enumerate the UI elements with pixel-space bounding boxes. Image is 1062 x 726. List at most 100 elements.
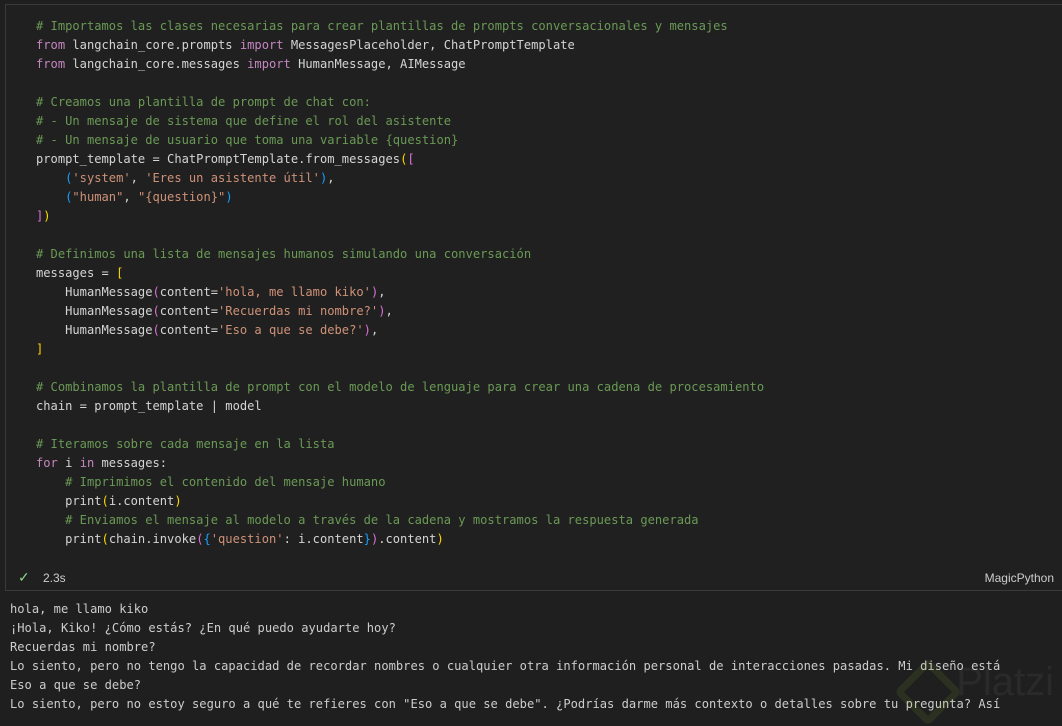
- code-token: ]: [36, 342, 44, 356]
- code-token: import: [239, 38, 284, 52]
- code-token: # - Un mensaje de sistema que define el …: [36, 114, 452, 128]
- code-token: ): [43, 209, 51, 223]
- code-line[interactable]: from langchain_core.messages import Huma…: [36, 55, 1062, 74]
- code-token: (: [152, 323, 160, 337]
- code-token: ): [378, 304, 386, 318]
- code-line[interactable]: ]): [36, 207, 1062, 226]
- code-token: : i.content: [283, 532, 364, 546]
- code-line[interactable]: # Combinamos la plantilla de prompt con …: [36, 378, 1062, 397]
- code-token: 'Recuerdas mi nombre?': [218, 304, 379, 318]
- code-token: HumanMessage, AIMessage: [290, 57, 466, 71]
- code-line[interactable]: ]: [36, 340, 1062, 359]
- code-token: [: [116, 266, 124, 280]
- code-token: i.content: [108, 494, 175, 508]
- code-token: .content: [378, 532, 437, 546]
- cell-status-bar: ✓ 2.3s MagicPython: [6, 566, 1062, 590]
- execution-time: 2.3s: [43, 571, 66, 585]
- code-token: ,: [327, 171, 335, 185]
- code-token: ): [363, 323, 371, 337]
- code-line[interactable]: ('system', 'Eres un asistente útil'),: [36, 169, 1062, 188]
- code-token: "human": [72, 190, 124, 204]
- code-token: langchain_core.messages: [65, 57, 248, 71]
- platzi-watermark: Platzi: [956, 660, 1054, 704]
- output-line: ¡Hola, Kiko! ¿Cómo estás? ¿En qué puedo …: [10, 621, 396, 635]
- code-token: (: [101, 494, 109, 508]
- code-token: prompt_template = ChatPromptTemplate.fro…: [36, 152, 401, 166]
- output-line: Recuerdas mi nombre?: [10, 640, 156, 654]
- code-token: # Iteramos sobre cada mensaje en la list…: [36, 437, 335, 451]
- code-token: in: [79, 456, 95, 470]
- code-line[interactable]: for i in messages:: [36, 454, 1062, 473]
- code-line[interactable]: # Imprimimos el contenido del mensaje hu…: [36, 473, 1062, 492]
- code-token: 'Eso a que se debe?': [218, 323, 364, 337]
- code-token: ,: [123, 190, 138, 204]
- code-line[interactable]: print(i.content): [36, 492, 1062, 511]
- code-token: # Definimos una lista de mensajes humano…: [36, 247, 532, 261]
- code-line[interactable]: from langchain_core.prompts import Messa…: [36, 36, 1062, 55]
- code-token: messages =: [36, 266, 117, 280]
- code-token: "{question}": [137, 190, 226, 204]
- code-token: content=: [159, 304, 219, 318]
- code-line[interactable]: ("human", "{question}"): [36, 188, 1062, 207]
- code-token: ): [174, 494, 182, 508]
- code-token: from: [36, 57, 66, 71]
- language-selector[interactable]: MagicPython: [985, 571, 1054, 585]
- code-cell[interactable]: # Importamos las clases necesarias para …: [5, 4, 1062, 591]
- code-token: ,: [385, 304, 393, 318]
- code-token: print: [36, 532, 102, 546]
- code-token: content=: [159, 285, 219, 299]
- code-token: chain = prompt_template | model: [36, 399, 262, 413]
- code-token: (: [101, 532, 109, 546]
- code-line[interactable]: print(chain.invoke({'question': i.conten…: [36, 530, 1062, 549]
- code-line[interactable]: [36, 74, 1062, 93]
- code-token: for: [36, 456, 58, 470]
- code-token: MessagesPlaceholder, ChatPromptTemplate: [283, 38, 575, 52]
- code-line[interactable]: prompt_template = ChatPromptTemplate.fro…: [36, 150, 1062, 169]
- code-line[interactable]: # - Un mensaje de usuario que toma una v…: [36, 131, 1062, 150]
- code-line[interactable]: [36, 359, 1062, 378]
- code-token: 'hola, me llamo kiko': [218, 285, 371, 299]
- code-token: ,: [130, 171, 146, 185]
- code-line[interactable]: # Importamos las clases necesarias para …: [36, 17, 1062, 36]
- output-line: Lo siento, pero no tengo la capacidad de…: [10, 659, 1001, 673]
- code-token: # Importamos las clases necesarias para …: [36, 19, 728, 33]
- code-token: ,: [370, 323, 379, 337]
- code-token: HumanMessage: [36, 304, 153, 318]
- code-token: [: [407, 152, 415, 166]
- code-editor[interactable]: # Importamos las clases necesarias para …: [36, 17, 1062, 549]
- code-line[interactable]: HumanMessage(content='Recuerdas mi nombr…: [36, 302, 1062, 321]
- code-token: chain.invoke: [108, 532, 197, 546]
- code-token: (: [152, 304, 160, 318]
- code-token: # - Un mensaje de usuario que toma una v…: [36, 133, 459, 147]
- code-line[interactable]: HumanMessage(content='Eso a que se debe?…: [36, 321, 1062, 340]
- code-line[interactable]: # Iteramos sobre cada mensaje en la list…: [36, 435, 1062, 454]
- code-token: # Imprimimos el contenido del mensaje hu…: [65, 475, 386, 489]
- code-token: i: [57, 456, 80, 470]
- code-token: (: [152, 285, 160, 299]
- code-line[interactable]: # Enviamos el mensaje al modelo a través…: [36, 511, 1062, 530]
- code-token: messages:: [94, 456, 168, 470]
- code-token: ,: [378, 285, 386, 299]
- code-token: ): [225, 190, 233, 204]
- code-line[interactable]: messages = [: [36, 264, 1062, 283]
- code-line[interactable]: chain = prompt_template | model: [36, 397, 1062, 416]
- code-token: HumanMessage: [36, 323, 153, 337]
- code-line[interactable]: HumanMessage(content='hola, me llamo kik…: [36, 283, 1062, 302]
- code-token: HumanMessage: [36, 285, 153, 299]
- code-token: 'question': [210, 532, 284, 546]
- code-token: # Enviamos el mensaje al modelo a través…: [65, 513, 699, 527]
- code-line[interactable]: [36, 416, 1062, 435]
- code-token: from: [36, 38, 66, 52]
- code-token: content=: [159, 323, 219, 337]
- output-line: hola, me llamo kiko: [10, 602, 149, 616]
- code-line[interactable]: # - Un mensaje de sistema que define el …: [36, 112, 1062, 131]
- code-line[interactable]: [36, 226, 1062, 245]
- code-line[interactable]: # Creamos una plantilla de prompt de cha…: [36, 93, 1062, 112]
- code-token: ): [436, 532, 444, 546]
- code-line[interactable]: # Definimos una lista de mensajes humano…: [36, 245, 1062, 264]
- code-token: langchain_core.prompts: [65, 38, 240, 52]
- code-token: }: [363, 532, 371, 546]
